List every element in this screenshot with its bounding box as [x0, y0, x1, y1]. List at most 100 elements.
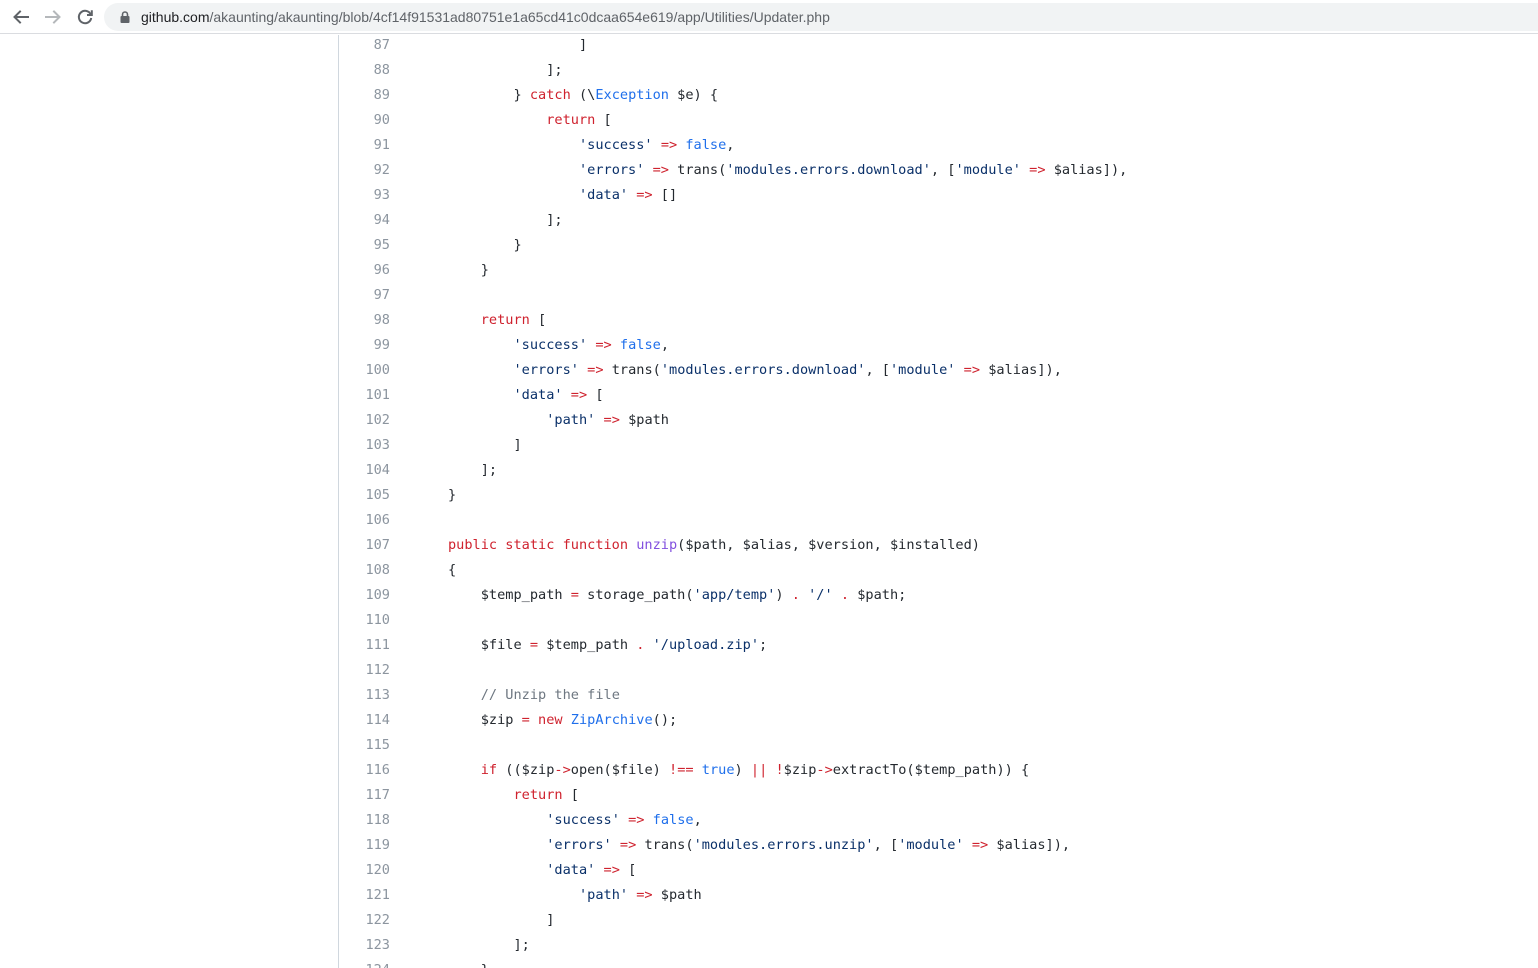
line-number[interactable]: 110	[339, 608, 390, 633]
address-bar[interactable]: github.com/akaunting/akaunting/blob/4cf1…	[104, 3, 1538, 31]
line-number[interactable]: 120	[339, 858, 390, 883]
line-number[interactable]: 89	[339, 83, 390, 108]
line-content: ]	[448, 908, 554, 933]
line-number[interactable]: 121	[339, 883, 390, 908]
code-token: false	[652, 812, 694, 828]
code-token: ]	[448, 912, 555, 928]
line-content: ];	[448, 208, 562, 233]
code-token: , [	[873, 837, 899, 853]
line-number[interactable]: 88	[339, 58, 390, 83]
code-token: $temp_path	[538, 637, 637, 653]
back-button[interactable]	[8, 4, 34, 30]
line-number[interactable]: 109	[339, 583, 390, 608]
line-number[interactable]: 106	[339, 508, 390, 533]
code-token: ;	[759, 637, 768, 653]
line-number[interactable]: 87	[339, 33, 390, 58]
line-number[interactable]: 103	[339, 433, 390, 458]
line-number[interactable]: 90	[339, 108, 390, 133]
code-token: !	[775, 762, 784, 778]
line-number[interactable]: 96	[339, 258, 390, 283]
code-token: =>	[603, 412, 620, 428]
line-content: ];	[448, 58, 562, 83]
line-number[interactable]: 108	[339, 558, 390, 583]
line-number[interactable]: 104	[339, 458, 390, 483]
line-number[interactable]: 124	[339, 958, 390, 968]
code-token: 'modules.errors.unzip'	[693, 837, 874, 853]
line-number[interactable]: 123	[339, 933, 390, 958]
line-number[interactable]: 122	[339, 908, 390, 933]
code-token: =	[529, 637, 539, 653]
line-number[interactable]: 95	[339, 233, 390, 258]
code-line: 89 } catch (\Exception $e) {	[339, 83, 1538, 108]
line-number[interactable]: 111	[339, 633, 390, 658]
code-line: 121 'path' => $path	[339, 883, 1538, 908]
line-number[interactable]: 116	[339, 758, 390, 783]
code-token: unzip	[636, 537, 678, 553]
code-line: 122 ]	[339, 908, 1538, 933]
line-content: ];	[448, 458, 497, 483]
code-token: $zip	[448, 712, 522, 728]
line-number[interactable]: 93	[339, 183, 390, 208]
line-content: return [	[448, 108, 611, 133]
line-number[interactable]: 114	[339, 708, 390, 733]
code-line: 119 'errors' => trans('modules.errors.un…	[339, 833, 1538, 858]
code-token: 'module'	[898, 837, 964, 853]
code-token: $temp_path	[448, 587, 571, 603]
line-number[interactable]: 92	[339, 158, 390, 183]
code-token: )	[734, 762, 751, 778]
line-number[interactable]: 98	[339, 308, 390, 333]
code-token: =>	[636, 187, 653, 203]
code-line: 95 }	[339, 233, 1538, 258]
line-content: return [	[448, 308, 546, 333]
line-number[interactable]: 91	[339, 133, 390, 158]
code-token: return	[546, 112, 596, 128]
line-number[interactable]: 99	[339, 333, 390, 358]
code-token: =>	[660, 137, 678, 153]
line-number[interactable]: 101	[339, 383, 390, 408]
reload-button[interactable]	[72, 4, 98, 30]
line-number[interactable]: 118	[339, 808, 390, 833]
code-line: 91 'success' => false,	[339, 133, 1538, 158]
code-token: =>	[570, 387, 588, 403]
code-token: new	[538, 712, 563, 728]
line-content: $zip = new ZipArchive();	[448, 708, 677, 733]
code-token: !==	[669, 762, 694, 778]
code-line: 107 public static function unzip($path, $…	[339, 533, 1538, 558]
line-number[interactable]: 117	[339, 783, 390, 808]
lock-icon	[120, 11, 130, 23]
line-number[interactable]: 105	[339, 483, 390, 508]
line-number[interactable]: 94	[339, 208, 390, 233]
forward-button[interactable]	[40, 4, 66, 30]
line-number[interactable]: 115	[339, 733, 390, 758]
line-number[interactable]: 113	[339, 683, 390, 708]
code-token: }	[448, 87, 530, 103]
line-content: // Unzip the file	[448, 683, 620, 708]
code-token: [	[587, 387, 604, 403]
code-token: ]	[448, 437, 522, 453]
line-number[interactable]: 107	[339, 533, 390, 558]
line-number[interactable]: 97	[339, 283, 390, 308]
code-token: ];	[448, 937, 530, 953]
code-line: 109 $temp_path = storage_path('app/temp'…	[339, 583, 1538, 608]
line-number[interactable]: 102	[339, 408, 390, 433]
code-line: 118 'success' => false,	[339, 808, 1538, 833]
code-token: catch	[529, 87, 571, 103]
line-number[interactable]: 112	[339, 658, 390, 683]
code-token: 'data'	[546, 862, 596, 878]
url-path: /akaunting/akaunting/blob/4cf14f91531ad8…	[209, 9, 830, 25]
code-token: =	[521, 712, 530, 728]
code-line: 113 // Unzip the file	[339, 683, 1538, 708]
line-number[interactable]: 119	[339, 833, 390, 858]
code-line: 111 $file = $temp_path . '/upload.zip';	[339, 633, 1538, 658]
line-content: }	[448, 483, 456, 508]
line-number[interactable]: 100	[339, 358, 390, 383]
